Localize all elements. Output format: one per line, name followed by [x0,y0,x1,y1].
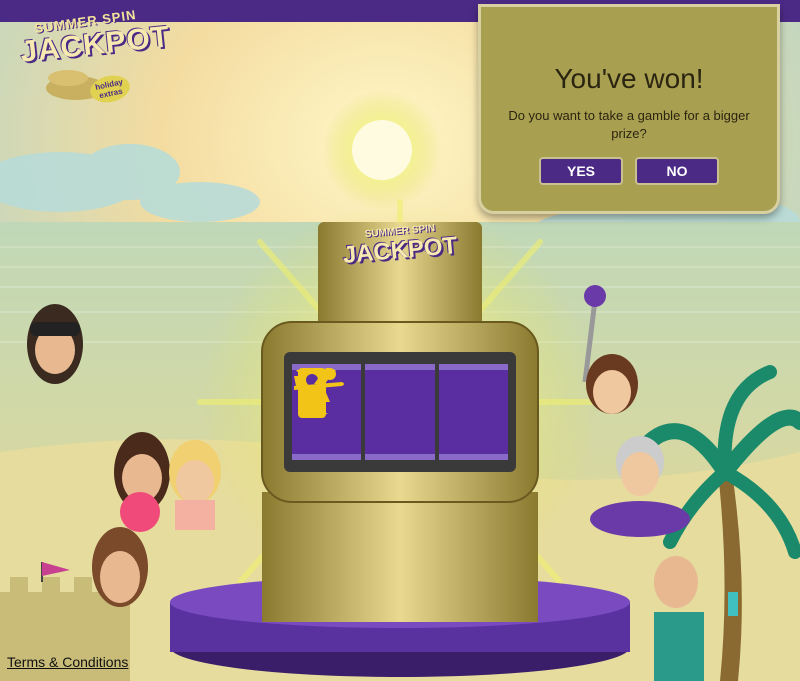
dialog-title: You've won! [554,63,704,94]
reel-2 [298,364,435,460]
terms-conditions-link[interactable]: Terms & Conditions [7,654,128,670]
avatar-sea [586,354,638,414]
dialog-buttons: YES NO [481,157,777,185]
no-button[interactable]: NO [635,157,719,185]
lever-knob[interactable] [584,285,606,307]
machine-stand [262,492,538,622]
dialog-message: Do you want to take a gamble for a bigge… [508,108,750,141]
yes-button[interactable]: YES [539,157,623,185]
avatar-sandcastle [92,527,148,607]
reel-3 [294,364,508,460]
summer-spin-jackpot-logo: SUMMER SPIN JACKPOT holiday extras [12,6,172,108]
reels [292,364,508,460]
airplane-icon [294,368,344,402]
machine-sign: SUMMER SPIN JACKPOT [340,223,460,269]
avatar-snorkel [27,304,83,384]
avatar-blonde [169,440,221,530]
win-dialog: You've won! Do you want to take a gamble… [478,4,780,214]
